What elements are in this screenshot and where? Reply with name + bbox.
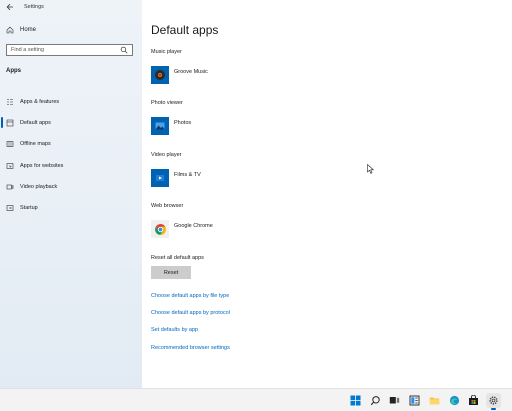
- title-bar: Settings: [0, 0, 142, 14]
- offline-maps-icon: [6, 140, 14, 148]
- photo-viewer-label: Photo viewer: [151, 100, 183, 106]
- web-browser-label: Web browser: [151, 203, 184, 209]
- sidebar-item-label: Apps & features: [20, 98, 60, 105]
- sidebar-item-startup[interactable]: Startup: [0, 197, 142, 218]
- home-icon: [6, 26, 14, 34]
- films-tv-icon: [151, 169, 169, 187]
- windows-logo-icon: [350, 395, 361, 406]
- video-player-selector[interactable]: Films & TV: [151, 169, 201, 187]
- photos-icon: [151, 117, 169, 135]
- search-icon[interactable]: [120, 46, 128, 54]
- taskbar: [0, 388, 512, 411]
- section-label: Apps: [6, 68, 21, 74]
- sidebar-item-label: Default apps: [20, 119, 51, 126]
- store-icon: [469, 395, 478, 405]
- settings-taskbar-button[interactable]: [486, 393, 501, 410]
- reset-label: Reset all default apps: [151, 255, 204, 261]
- file-explorer-button[interactable]: [427, 393, 442, 408]
- default-apps-icon: [6, 119, 14, 127]
- edge-icon: [449, 395, 460, 406]
- widgets-button[interactable]: [407, 393, 422, 408]
- settings-window: Settings Home Apps Apps & features: [0, 0, 512, 388]
- link-default-by-file-type[interactable]: Choose default apps by file type: [151, 293, 229, 299]
- link-default-by-protocol[interactable]: Choose default apps by protocol: [151, 310, 230, 316]
- window-title: Settings: [24, 4, 44, 10]
- home-link[interactable]: Home: [6, 26, 36, 34]
- folder-icon: [429, 397, 440, 405]
- sidebar-item-label: Video playback: [20, 183, 58, 190]
- sidebar-item-offline-maps[interactable]: Offline maps: [0, 134, 142, 155]
- photo-viewer-app: Photos: [174, 120, 192, 126]
- page-title: Default apps: [151, 23, 219, 37]
- music-player-label: Music player: [151, 49, 182, 55]
- mouse-cursor: [367, 161, 375, 179]
- link-set-defaults-by-app[interactable]: Set defaults by app: [151, 327, 198, 333]
- web-browser-selector[interactable]: Google Chrome: [151, 220, 213, 238]
- home-label: Home: [20, 27, 37, 33]
- startup-icon: [6, 204, 14, 212]
- task-view-icon: [389, 397, 400, 404]
- gear-icon: [489, 396, 498, 405]
- search-icon: [370, 396, 380, 406]
- chrome-icon: [151, 220, 169, 238]
- apps-websites-icon: [6, 162, 14, 170]
- sidebar-item-apps-websites[interactable]: Apps for websites: [0, 155, 142, 176]
- music-player-selector[interactable]: Groove Music: [151, 66, 208, 84]
- reset-button[interactable]: Reset: [151, 266, 191, 279]
- start-button[interactable]: [348, 393, 363, 408]
- video-playback-icon: [6, 183, 14, 191]
- video-player-label: Video player: [151, 152, 182, 158]
- back-button[interactable]: [0, 0, 20, 14]
- link-recommended-browser-settings[interactable]: Recommended browser settings: [151, 345, 230, 351]
- web-browser-app: Google Chrome: [174, 223, 213, 229]
- sidebar-item-default-apps[interactable]: Default apps: [0, 112, 142, 133]
- search-input[interactable]: [11, 47, 111, 53]
- taskbar-search-button[interactable]: [368, 393, 383, 408]
- back-arrow-icon: [6, 3, 13, 11]
- widgets-icon: [409, 395, 420, 406]
- task-view-button[interactable]: [387, 393, 402, 408]
- sidebar: Settings Home Apps Apps & features: [0, 0, 142, 388]
- sidebar-item-video-playback[interactable]: Video playback: [0, 176, 142, 197]
- main-content: Default apps Music player Groove Music P…: [142, 0, 512, 388]
- sidebar-nav: Apps & features Default apps Offline map…: [0, 91, 142, 219]
- store-button[interactable]: [466, 393, 481, 408]
- search-box: [6, 44, 133, 56]
- sidebar-item-label: Offline maps: [20, 141, 51, 148]
- edge-button[interactable]: [447, 393, 462, 408]
- photo-viewer-selector[interactable]: Photos: [151, 117, 191, 135]
- music-player-app: Groove Music: [174, 69, 208, 75]
- sidebar-item-apps-features[interactable]: Apps & features: [0, 91, 142, 112]
- video-player-app: Films & TV: [174, 172, 201, 178]
- groove-music-icon: [151, 66, 169, 84]
- sidebar-item-label: Startup: [20, 205, 38, 212]
- apps-features-icon: [6, 98, 14, 106]
- sidebar-item-label: Apps for websites: [20, 162, 64, 169]
